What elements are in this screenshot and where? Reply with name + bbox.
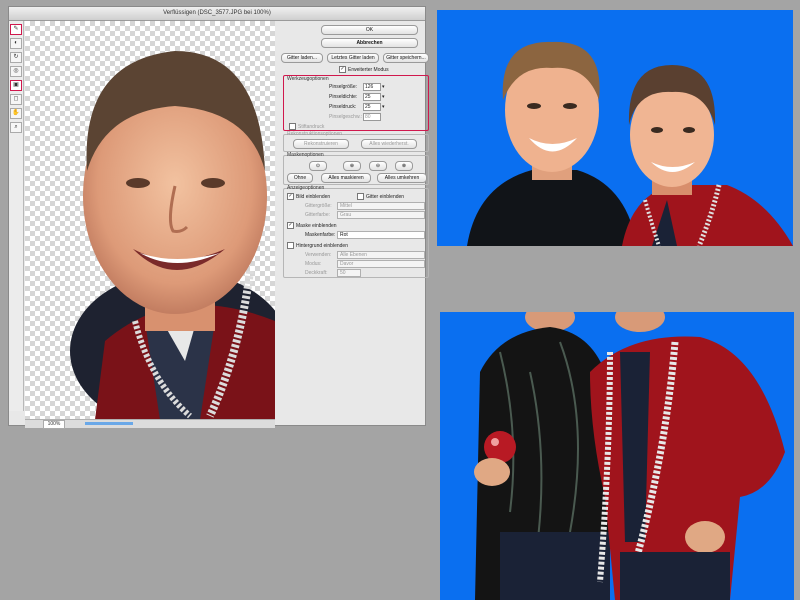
checkmark-icon: ✓ <box>287 193 294 200</box>
mask-subtract-icon[interactable]: ⊖ <box>369 161 387 171</box>
brush-density-stepper[interactable]: ▾ <box>382 94 385 100</box>
brush-pressure-label: Pinseldruck: <box>329 104 357 110</box>
save-mesh-button[interactable]: Gitter speichern... <box>383 53 429 63</box>
show-mesh-checkbox[interactable]: Gitter einblenden <box>357 193 404 200</box>
liquify-dialog: Verflüssigen (DSC_3577.JPG bei 100%) ✎ ◐… <box>8 6 429 429</box>
show-mask-label: Maske einblenden <box>296 222 337 229</box>
mesh-color-select[interactable]: Grau <box>337 211 425 219</box>
forward-warp-tool-icon[interactable]: ✎ <box>10 24 22 35</box>
checkmark-icon: ✓ <box>339 66 346 73</box>
result-photo-faces <box>437 10 793 246</box>
reconstruct-tool-icon[interactable]: ◐ <box>10 38 22 49</box>
result-photo-bodies <box>440 312 794 600</box>
load-last-mesh-button[interactable]: Letztes Gitter laden <box>327 53 379 63</box>
mask-all-button[interactable]: Alles maskieren <box>321 173 371 183</box>
reconstruct-button[interactable]: Rekonstruieren <box>293 139 349 149</box>
advanced-mode-checkbox[interactable]: ✓ Erweiterter Modus <box>339 66 389 73</box>
mask-replace-icon[interactable]: ⊙ <box>309 161 327 171</box>
show-image-label: Bild einblenden <box>296 193 331 200</box>
faces-image <box>467 41 793 246</box>
mode-select[interactable]: Davor <box>337 260 425 268</box>
use-select[interactable]: Alle Ebenen <box>337 251 425 259</box>
opacity-input[interactable]: 50 <box>337 269 361 277</box>
mesh-color-label: Gitterfarbe: <box>305 212 331 218</box>
bodies-image <box>474 312 785 600</box>
brush-pressure-input[interactable]: 25 <box>363 103 381 111</box>
tool-palette: ✎ ◐ ↻ ◎ ▣ ◻ ✋ ⌕ <box>9 21 24 411</box>
options-panel: OK Abbrechen Gitter laden... Letztes Git… <box>281 21 431 421</box>
use-label: Verwenden: <box>305 252 332 258</box>
stylus-pressure-checkbox[interactable]: Stiftandruck <box>289 123 324 130</box>
freeze-mask-tool-icon[interactable]: ▣ <box>10 80 22 91</box>
mode-label: Modus: <box>305 261 322 267</box>
show-mask-checkbox[interactable]: ✓ Maske einblenden <box>287 222 337 229</box>
mesh-size-label: Gittergröße: <box>305 203 332 209</box>
mask-color-label: Maskenfarbe: <box>305 232 336 238</box>
pucker-tool-icon[interactable]: ◎ <box>10 66 22 77</box>
brush-size-label: Pinselgröße: <box>329 84 358 90</box>
brush-size-stepper[interactable]: ▾ <box>382 84 385 90</box>
mesh-size-select[interactable]: Mittel <box>337 202 425 210</box>
mask-add-icon[interactable]: ⊕ <box>343 161 361 171</box>
zoom-level-field[interactable]: 100% <box>43 420 65 429</box>
restore-all-button[interactable]: Alles wiederherst. <box>361 139 417 149</box>
checkbox-icon <box>287 242 294 249</box>
thaw-mask-tool-icon[interactable]: ◻ <box>10 94 22 105</box>
mask-color-select[interactable]: Rot <box>337 231 425 239</box>
invert-all-button[interactable]: Alles umkehren <box>377 173 427 183</box>
brush-density-input[interactable]: 25 <box>363 93 381 101</box>
opacity-label: Deckkraft: <box>305 270 328 276</box>
preview-canvas[interactable] <box>25 21 275 420</box>
tool-options-title: Werkzeugoptionen <box>287 76 329 82</box>
brush-rate-label: Pinselgeschw.: <box>329 114 363 120</box>
brush-rate-input[interactable]: 80 <box>363 113 381 121</box>
zoom-tool-icon[interactable]: ⌕ <box>10 122 22 133</box>
status-bar: 100% <box>25 419 275 429</box>
brush-size-input[interactable]: 126 <box>363 83 381 91</box>
show-image-checkbox[interactable]: ✓ Bild einblenden <box>287 193 330 200</box>
checkbox-icon <box>357 193 364 200</box>
load-mesh-button[interactable]: Gitter laden... <box>281 53 323 63</box>
checkbox-icon <box>289 123 296 130</box>
cancel-button[interactable]: Abbrechen <box>321 38 418 48</box>
window-title: Verflüssigen (DSC_3577.JPG bei 100%) <box>9 7 425 21</box>
brush-density-label: Pinseldichte: <box>329 94 358 100</box>
show-backdrop-checkbox[interactable]: Hintergrund einblenden <box>287 242 348 249</box>
reconstruct-options-title: Rekonstruktionsoptionen <box>287 131 343 137</box>
checkmark-icon: ✓ <box>287 222 294 229</box>
portrait-image <box>70 51 275 420</box>
hand-tool-icon[interactable]: ✋ <box>10 108 22 119</box>
show-mesh-label: Gitter einblenden <box>366 193 405 200</box>
progress-bar <box>85 422 133 425</box>
twirl-tool-icon[interactable]: ↻ <box>10 52 22 63</box>
mask-intersect-icon[interactable]: ⊗ <box>395 161 413 171</box>
view-options-title: Anzeigeoptionen <box>287 185 325 191</box>
advanced-mode-label: Erweiterter Modus <box>348 66 389 73</box>
show-backdrop-label: Hintergrund einblenden <box>296 242 348 249</box>
ok-button[interactable]: OK <box>321 25 418 35</box>
mask-options-title: Maskenoptionen <box>287 152 324 158</box>
mask-none-button[interactable]: Ohne <box>287 173 313 183</box>
brush-pressure-stepper[interactable]: ▾ <box>382 104 385 110</box>
stylus-pressure-label: Stiftandruck <box>298 123 325 130</box>
